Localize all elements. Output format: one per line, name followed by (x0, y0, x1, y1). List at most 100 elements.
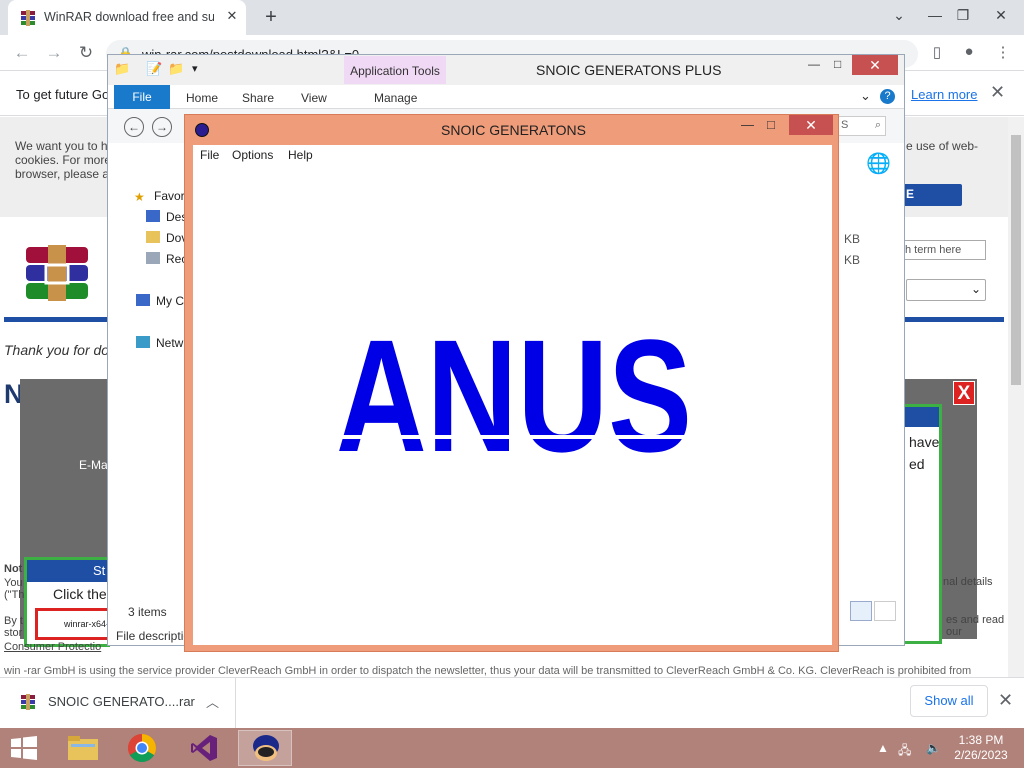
folder-icon (68, 736, 98, 760)
snoic-maximize-button[interactable]: □ (767, 117, 775, 137)
footer-text: win -rar GmbH is using the service provi… (4, 665, 972, 677)
winrar-favicon-icon (21, 10, 35, 26)
scrollbar-thumb[interactable] (1011, 135, 1021, 385)
download-bar: SNOIC GENERATO....rar ︿ Show all ✕ (0, 677, 1024, 728)
chrome-taskbar-button[interactable] (115, 730, 169, 766)
chevron-up-icon[interactable]: ︿ (206, 692, 219, 711)
overlay-close-button[interactable]: X (953, 381, 975, 405)
download-file-name: winrar-x64- (64, 619, 110, 629)
snoic-client-area: File Options Help ANUS (193, 145, 832, 645)
profile-avatar-icon[interactable]: ● (958, 43, 980, 63)
personal-details-text: nal details (943, 576, 993, 588)
nav-favorites[interactable]: ★ Favor (134, 189, 185, 204)
consumer-link[interactable]: Consumer Protectio (4, 641, 114, 653)
download-item[interactable]: SNOIC GENERATO....rar ︿ (10, 678, 236, 728)
restore-button[interactable]: ❐ (946, 0, 980, 30)
side-panel-icon[interactable]: ▯ (926, 43, 948, 63)
star-icon: ★ (134, 190, 145, 204)
start-button[interactable] (0, 730, 48, 766)
new-folder-icon[interactable]: 📁 (168, 61, 184, 77)
explorer-close-button[interactable]: ✕ (852, 55, 898, 75)
visual-studio-taskbar-button[interactable] (177, 730, 231, 766)
file-explorer-taskbar-button[interactable] (56, 730, 110, 766)
download-bar-close-icon[interactable]: ✕ (998, 690, 1013, 711)
downloads-folder-icon (146, 231, 160, 243)
explorer-minimize-button[interactable]: — (808, 57, 820, 77)
visual-studio-icon (191, 735, 217, 761)
thanks-text: Thank you for do (4, 342, 110, 358)
properties-icon[interactable]: 📝 (146, 61, 162, 77)
file-size: KB (844, 253, 861, 267)
read-our-text: es and read our (946, 614, 1005, 638)
nav-network[interactable]: Netw (136, 336, 183, 350)
tab-strip: WinRAR download free and supp ✕ + ⌄ — ❐ … (0, 0, 1024, 35)
help-icon[interactable]: ? (880, 89, 895, 104)
explorer-forward-icon[interactable]: → (152, 117, 172, 137)
item-count: 3 items (128, 605, 167, 619)
reload-icon[interactable]: ↻ (74, 42, 98, 64)
taskbar: ▲ 🖧 🔈 1:38 PM 2/26/2023 (0, 728, 1024, 768)
snoic-close-button[interactable]: ✕ (789, 115, 833, 135)
explorer-titlebar: 📁 📝 📁 ▾ Application Tools SNOIC GENERATO… (108, 55, 904, 85)
explorer-title: SNOIC GENERATONS PLUS (536, 62, 722, 78)
chrome-icon (128, 734, 156, 762)
download-file-chip[interactable]: winrar-x64- (35, 608, 110, 640)
show-all-button[interactable]: Show all (910, 685, 988, 717)
note-label: Not (4, 563, 23, 575)
snoic-titlebar: SNOIC GENERATONS — □ ✕ (185, 115, 838, 145)
instruction-click-text: Click the (53, 586, 107, 602)
snoic-minimize-button[interactable]: — (741, 117, 754, 137)
explorer-search-box[interactable]: S ⌕ (834, 116, 886, 136)
forward-icon[interactable]: → (42, 42, 66, 64)
menu-kebab-icon[interactable]: ⋮ (992, 43, 1014, 63)
info-bar-close-icon[interactable]: ✕ (990, 82, 1005, 103)
nav-desktop[interactable]: Des (146, 210, 187, 224)
menu-help[interactable]: Help (288, 148, 313, 162)
menu-file[interactable]: File (200, 148, 219, 162)
large-icons-view-button[interactable] (874, 601, 896, 621)
details-view-button[interactable] (850, 601, 872, 621)
snoic-app-icon (195, 123, 209, 137)
taskbar-clock[interactable]: 1:38 PM 2/26/2023 (950, 733, 1012, 763)
menu-options[interactable]: Options (232, 148, 273, 162)
tray-expand-icon[interactable]: ▲ (877, 741, 889, 755)
network-icon[interactable]: 🖧 (898, 741, 911, 762)
close-window-button[interactable]: ✕ (984, 0, 1018, 30)
tab-home[interactable]: Home (186, 91, 218, 105)
ribbon-tabs: File Home Share View Manage ⌄ ? (108, 85, 904, 109)
by-label: By t stor (4, 615, 23, 639)
learn-more-link[interactable]: Learn more (911, 87, 977, 102)
nav-my-computer[interactable]: My C (136, 294, 184, 308)
tab-share[interactable]: Share (242, 91, 274, 105)
explorer-maximize-button[interactable]: □ (834, 57, 841, 77)
cookie-text-right: e use of web- (906, 139, 979, 153)
generated-logo-text: ANUS (333, 335, 695, 457)
nav-my-computer-label: My C (156, 294, 184, 308)
nav-favorites-label: Favor (154, 189, 185, 203)
explorer-search-text: S (841, 119, 849, 131)
volume-icon[interactable]: 🔈 (926, 741, 941, 755)
email-label: E-Ma (79, 458, 108, 472)
tab-close-icon[interactable]: ✕ (224, 8, 240, 26)
tab-search-icon[interactable]: ⌄ (882, 0, 916, 30)
browser-tab[interactable]: WinRAR download free and supp ✕ (8, 0, 246, 35)
file-size: KB (844, 232, 861, 246)
nav-recent[interactable]: Rec (146, 252, 187, 266)
ribbon-expand-icon[interactable]: ⌄ (860, 88, 871, 104)
site-language-select[interactable]: ⌄ (906, 279, 986, 301)
explorer-back-icon[interactable]: ← (124, 117, 144, 137)
page-scrollbar[interactable] (1008, 117, 1024, 677)
snoic-taskbar-button[interactable] (238, 730, 292, 766)
qat-dropdown-icon[interactable]: ▾ (192, 62, 198, 75)
tab-manage[interactable]: Manage (374, 91, 417, 105)
tab-view[interactable]: View (301, 91, 327, 105)
computer-icon (136, 294, 150, 306)
info-bar-text: To get future Go (16, 87, 110, 102)
new-tab-button[interactable]: + (260, 5, 282, 29)
snoic-app-icon (253, 735, 279, 761)
file-description: File descriptic (116, 629, 190, 643)
back-icon[interactable]: ← (10, 42, 34, 64)
site-search-input[interactable]: h term here (896, 240, 986, 260)
tab-file[interactable]: File (114, 85, 170, 109)
nav-downloads[interactable]: Dov (146, 231, 187, 245)
